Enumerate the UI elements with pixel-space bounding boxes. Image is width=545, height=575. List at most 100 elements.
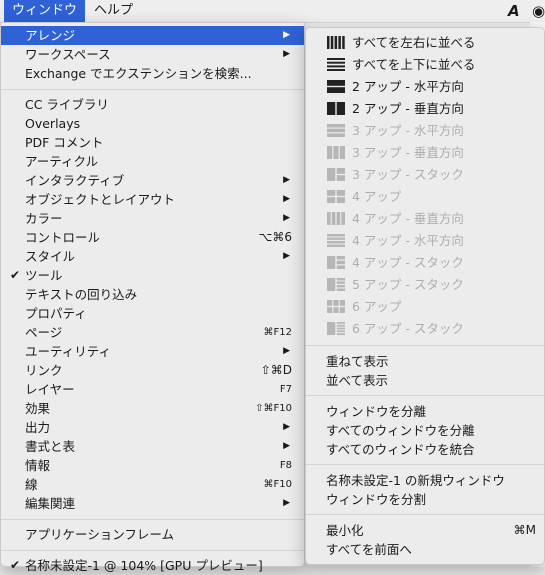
menu-item-type-tables[interactable]: 書式と表 ▶ xyxy=(1,437,304,456)
menu-item-exchange[interactable]: Exchange でエクステンションを検索... xyxy=(1,64,304,83)
menu-item-label: スタイル xyxy=(25,249,76,264)
menu-item-interactive[interactable]: インタラクティブ ▶ xyxy=(1,171,304,190)
menu-item-tools[interactable]: ✔ ツール xyxy=(1,266,304,285)
menu-item-document-window[interactable]: ✔ 名称未設定-1 @ 104% [GPU プレビュー] xyxy=(1,556,304,575)
menu-item-minimize[interactable]: 最小化 ⌘M xyxy=(306,521,544,540)
menu-item-3up-vertical[interactable]: 3 アップ - 垂直方向 xyxy=(306,143,544,162)
menu-item-label: 3 アップ - スタック xyxy=(352,167,464,182)
menu-item-output[interactable]: 出力 ▶ xyxy=(1,418,304,437)
shortcut-label: ⌥⌘6 xyxy=(258,230,292,244)
menu-item-label: カラー xyxy=(25,211,63,226)
menu-item-label: 3 アップ - 垂直方向 xyxy=(352,145,464,160)
menu-item-label: 3 アップ - 水平方向 xyxy=(352,123,464,138)
menu-item-tile-all-vertically[interactable]: すべてを左右に並べる xyxy=(306,33,544,52)
menu-item-properties[interactable]: プロパティ xyxy=(1,304,304,323)
menu-item-label: アプリケーションフレーム xyxy=(25,527,175,542)
menu-item-label: CC ライブラリ xyxy=(25,97,109,112)
menu-separator xyxy=(1,519,304,520)
menu-item-object-layout[interactable]: オブジェクトとレイアウト ▶ xyxy=(1,190,304,209)
menu-item-new-window[interactable]: 名称未設定-1 の新規ウィンドウ xyxy=(306,471,544,490)
menu-item-control[interactable]: コントロール ⌥⌘6 xyxy=(1,228,304,247)
shortcut-label: ⌘F10 xyxy=(263,479,292,490)
menu-item-label: 出力 xyxy=(25,420,51,435)
menu-item-arrange[interactable]: アレンジ ▶ xyxy=(1,26,304,45)
menu-item-label: 情報 xyxy=(25,458,51,473)
menu-item-color[interactable]: カラー ▶ xyxy=(1,209,304,228)
menu-item-label: ウィンドウを分割 xyxy=(326,492,427,507)
arrange-submenu: すべてを左右に並べる すべてを上下に並べる 2 アップ - 水平方向 2 アップ… xyxy=(305,27,545,565)
menu-item-label: ユーティリティ xyxy=(25,344,112,359)
menu-item-tile[interactable]: 並べて表示 xyxy=(306,371,544,390)
menu-item-4up-horizontal[interactable]: 4 アップ - 水平方向 xyxy=(306,231,544,250)
menu-item-6up-stack[interactable]: 6 アップ - スタック xyxy=(306,319,544,338)
menu-item-styles[interactable]: スタイル ▶ xyxy=(1,247,304,266)
menu-item-5up-stack[interactable]: 5 アップ - スタック xyxy=(306,275,544,294)
menu-item-label: プロパティ xyxy=(25,306,87,321)
menu-item-label: 6 アップ - スタック xyxy=(352,321,464,336)
menu-item-label: オブジェクトとレイアウト xyxy=(25,192,176,207)
menu-item-float-window[interactable]: ウィンドウを分離 xyxy=(306,402,544,421)
menu-window[interactable]: ウィンドウ xyxy=(4,0,86,22)
menu-item-6up[interactable]: 6 アップ xyxy=(306,297,544,316)
submenu-arrow-icon: ▶ xyxy=(283,213,290,223)
menu-item-effects[interactable]: 効果 ⇧⌘F10 xyxy=(1,399,304,418)
menu-help[interactable]: ヘルプ xyxy=(86,0,141,22)
shortcut-label: ⌘M xyxy=(513,523,536,537)
menu-item-pages[interactable]: ページ ⌘F12 xyxy=(1,323,304,342)
menu-item-stroke[interactable]: 線 ⌘F10 xyxy=(1,475,304,494)
two-up-vertical-icon xyxy=(327,102,345,115)
menu-item-label: すべてを左右に並べる xyxy=(352,35,476,50)
submenu-arrow-icon: ▶ xyxy=(283,441,290,451)
menu-item-label: 最小化 xyxy=(326,523,364,538)
menu-item-label: 重ねて表示 xyxy=(326,354,389,369)
menu-item-3up-horizontal[interactable]: 3 アップ - 水平方向 xyxy=(306,121,544,140)
shortcut-label: ⇧⌘D xyxy=(260,363,292,377)
menu-item-tile-all-horizontally[interactable]: すべてを上下に並べる xyxy=(306,55,544,74)
menu-item-label: Overlays xyxy=(25,116,81,131)
menu-item-label: ページ xyxy=(25,325,63,340)
menu-item-bring-all-to-front[interactable]: すべてを前面へ xyxy=(306,540,544,559)
four-up-icon xyxy=(327,190,345,203)
menu-item-overlays[interactable]: Overlays xyxy=(1,114,304,133)
menu-item-label: 名称未設定-1 の新規ウィンドウ xyxy=(326,473,505,488)
submenu-arrow-icon: ▶ xyxy=(283,498,290,508)
four-up-vertical-icon xyxy=(327,212,345,225)
window-menu: アレンジ ▶ ワークスペース ▶ Exchange でエクステンションを検索... … xyxy=(0,22,305,573)
menu-item-2up-vertical[interactable]: 2 アップ - 垂直方向 xyxy=(306,99,544,118)
menu-item-label: ツール xyxy=(25,268,63,283)
menu-item-text-wrap[interactable]: テキストの回り込み xyxy=(1,285,304,304)
menu-item-4up[interactable]: 4 アップ xyxy=(306,187,544,206)
menu-item-3up-stack[interactable]: 3 アップ - スタック xyxy=(306,165,544,184)
menu-item-4up-vertical[interactable]: 4 アップ - 垂直方向 xyxy=(306,209,544,228)
menu-item-application-frame[interactable]: アプリケーションフレーム xyxy=(1,525,304,544)
menu-item-links[interactable]: リンク ⇧⌘D xyxy=(1,361,304,380)
menu-item-editorial[interactable]: 編集関連 ▶ xyxy=(1,494,304,513)
menu-item-label: アレンジ xyxy=(25,28,76,43)
menu-item-cc-libraries[interactable]: CC ライブラリ xyxy=(1,95,304,114)
menu-item-layers[interactable]: レイヤー F7 xyxy=(1,380,304,399)
target-icon[interactable]: ◉ xyxy=(532,2,545,20)
submenu-arrow-icon: ▶ xyxy=(283,30,290,40)
menu-item-label: アーティクル xyxy=(25,154,99,169)
menu-item-split-window[interactable]: ウィンドウを分割 xyxy=(306,490,544,509)
submenu-arrow-icon: ▶ xyxy=(283,346,290,356)
menu-item-4up-stack[interactable]: 4 アップ - スタック xyxy=(306,253,544,272)
submenu-arrow-icon: ▶ xyxy=(283,194,290,204)
menu-item-utilities[interactable]: ユーティリティ ▶ xyxy=(1,342,304,361)
menu-item-2up-horizontal[interactable]: 2 アップ - 水平方向 xyxy=(306,77,544,96)
menu-item-label: 5 アップ - スタック xyxy=(352,277,464,292)
menu-item-label: 4 アップ - 垂直方向 xyxy=(352,211,464,226)
menu-item-pdf-comments[interactable]: PDF コメント xyxy=(1,133,304,152)
menu-item-label: 線 xyxy=(25,477,38,492)
menu-item-consolidate-all-windows[interactable]: すべてのウィンドウを統合 xyxy=(306,440,544,459)
five-up-stack-icon xyxy=(327,278,345,291)
a-icon[interactable]: A xyxy=(508,2,520,20)
menu-item-float-all-windows[interactable]: すべてのウィンドウを分離 xyxy=(306,421,544,440)
menu-item-articles[interactable]: アーティクル xyxy=(1,152,304,171)
menu-item-cascade[interactable]: 重ねて表示 xyxy=(306,352,544,371)
three-up-stack-icon xyxy=(327,168,345,181)
menu-item-workspace[interactable]: ワークスペース ▶ xyxy=(1,45,304,64)
menu-separator xyxy=(1,89,304,90)
menu-item-label: テキストの回り込み xyxy=(25,287,138,302)
menu-item-info[interactable]: 情報 F8 xyxy=(1,456,304,475)
